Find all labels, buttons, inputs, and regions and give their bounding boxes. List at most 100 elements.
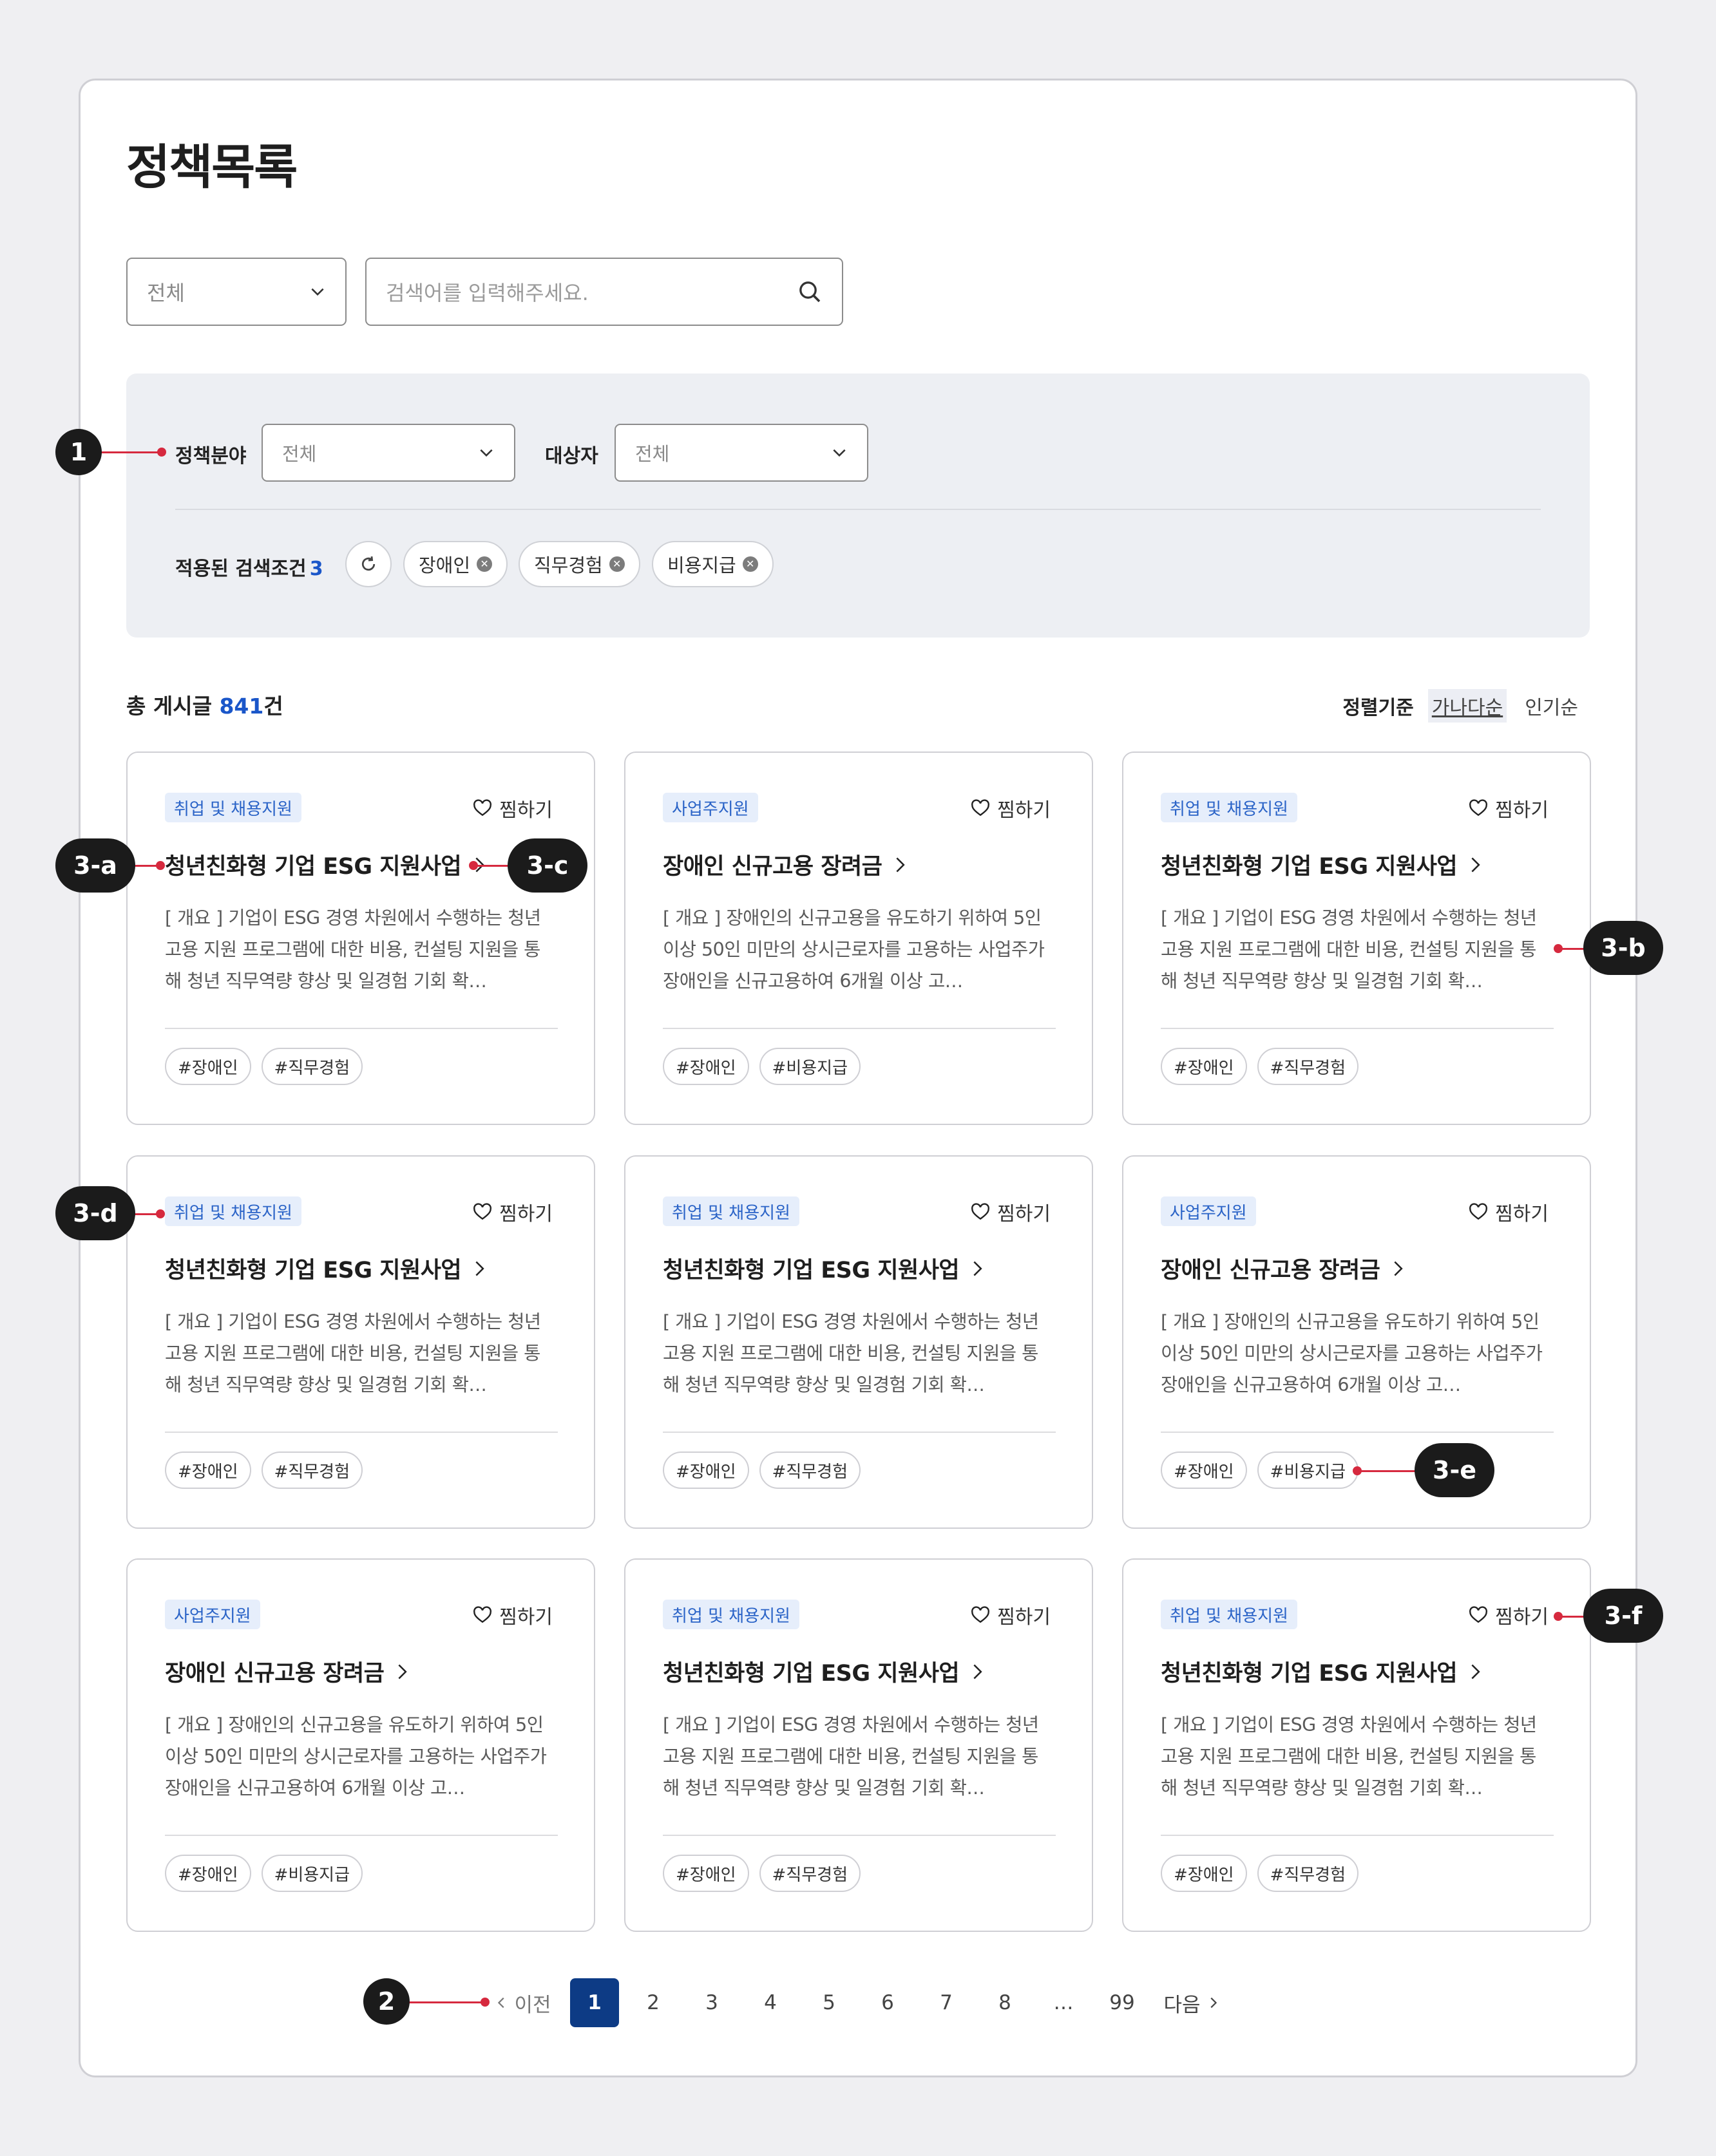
filter-chip[interactable]: 비용지급 ✕: [652, 541, 774, 587]
card-divider: [1161, 1835, 1554, 1836]
favorite-button[interactable]: 찜하기: [472, 1601, 553, 1629]
heart-icon: [473, 1606, 492, 1623]
hashtag[interactable]: #장애인: [165, 1452, 251, 1489]
card-title-link[interactable]: 장애인 신규고용 장려금: [165, 1655, 411, 1688]
favorite-button[interactable]: 찜하기: [970, 794, 1051, 822]
category-badge: 사업주지원: [1161, 1196, 1256, 1226]
favorite-button[interactable]: 찜하기: [1468, 1198, 1549, 1226]
card-title-link[interactable]: 청년친화형 기업 ESG 지원사업: [663, 1252, 986, 1285]
card-title-link[interactable]: 청년친화형 기업 ESG 지원사업: [1161, 1655, 1484, 1688]
favorite-button[interactable]: 찜하기: [472, 794, 553, 822]
page-99[interactable]: 99: [1098, 1978, 1147, 2027]
card-title-link[interactable]: 청년친화형 기업 ESG 지원사업: [165, 848, 488, 881]
hashtag[interactable]: #직무경험: [261, 1452, 363, 1489]
card-title-link[interactable]: 청년친화형 기업 ESG 지원사업: [1161, 848, 1484, 881]
close-icon[interactable]: ✕: [609, 556, 625, 572]
page-1[interactable]: 1: [570, 1978, 619, 2027]
card-title: 청년친화형 기업 ESG 지원사업: [165, 1258, 462, 1283]
reset-button[interactable]: [345, 541, 392, 587]
annotation-marker-2: 2: [363, 1978, 410, 2025]
page-2[interactable]: 2: [629, 1978, 678, 2027]
hashtag[interactable]: #장애인: [1161, 1048, 1247, 1085]
category-select[interactable]: 전체: [126, 258, 347, 326]
annotation-marker-3f: 3-f: [1583, 1589, 1663, 1643]
close-icon[interactable]: ✕: [477, 556, 493, 572]
chevron-right-icon: [475, 1261, 484, 1276]
page-6[interactable]: 6: [863, 1978, 912, 2027]
hashtag[interactable]: #장애인: [165, 1048, 251, 1085]
hashtag[interactable]: #직무경험: [1257, 1048, 1359, 1085]
favorite-button[interactable]: 찜하기: [472, 1198, 553, 1226]
search-input[interactable]: 검색어를 입력해주세요.: [365, 258, 843, 326]
annotation-dot: [469, 861, 478, 870]
category-badge: 취업 및 채용지원: [663, 1196, 799, 1226]
annotation-dot: [156, 1209, 165, 1218]
policy-card[interactable]: 취업 및 채용지원 찜하기 청년친화형 기업 ESG 지원사업 [ 개요 ] 기…: [624, 1155, 1093, 1529]
card-description: [ 개요 ] 기업이 ESG 경영 차원에서 수행하는 청년고용 지원 프로그램…: [663, 1311, 1039, 1395]
heart-icon: [473, 799, 492, 817]
chevron-left-icon: [498, 1997, 504, 2009]
hashtag[interactable]: #장애인: [1161, 1452, 1247, 1489]
heart-icon: [971, 1606, 990, 1623]
sort-option-alpha[interactable]: 가나다순: [1427, 689, 1507, 723]
annotation-line: [408, 2001, 486, 2003]
page-8[interactable]: 8: [980, 1978, 1029, 2027]
policy-card[interactable]: 취업 및 채용지원 찜하기 청년친화형 기업 ESG 지원사업 [ 개요 ] 기…: [126, 1155, 595, 1529]
close-icon[interactable]: ✕: [742, 556, 758, 572]
hashtag[interactable]: #비용지급: [1257, 1452, 1359, 1489]
card-description: [ 개요 ] 기업이 ESG 경영 차원에서 수행하는 청년고용 지원 프로그램…: [165, 1311, 541, 1395]
policy-card[interactable]: 사업주지원 찜하기 장애인 신규고용 장려금 [ 개요 ] 장애인의 신규고용을…: [624, 752, 1093, 1125]
target-select[interactable]: 전체: [615, 424, 868, 482]
hashtag[interactable]: #장애인: [1161, 1855, 1247, 1892]
annotation-line: [1358, 1470, 1422, 1472]
annotation-marker-3d: 3-d: [55, 1186, 135, 1240]
hashtag[interactable]: #장애인: [663, 1855, 749, 1892]
policy-card[interactable]: 취업 및 채용지원 찜하기 청년친화형 기업 ESG 지원사업 [ 개요 ] 기…: [126, 752, 595, 1125]
prev-page-button[interactable]: 이전: [492, 1978, 554, 2027]
annotation-marker-3e: 3-e: [1415, 1443, 1494, 1497]
policy-card[interactable]: 취업 및 채용지원 찜하기 청년친화형 기업 ESG 지원사업 [ 개요 ] 기…: [1122, 1558, 1591, 1932]
card-tags: #장애인 #직무경험: [663, 1855, 861, 1892]
policy-field-select[interactable]: 전체: [262, 424, 515, 482]
filter-chip[interactable]: 장애인 ✕: [403, 541, 508, 587]
hashtag[interactable]: #장애인: [663, 1452, 749, 1489]
total-prefix: 총 게시글: [126, 694, 212, 719]
policy-card[interactable]: 취업 및 채용지원 찜하기 청년친화형 기업 ESG 지원사업 [ 개요 ] 기…: [624, 1558, 1093, 1932]
card-title-link[interactable]: 장애인 신규고용 장려금: [1161, 1252, 1407, 1285]
annotation-dot: [156, 861, 165, 870]
card-divider: [663, 1028, 1056, 1029]
page-7[interactable]: 7: [922, 1978, 971, 2027]
next-page-button[interactable]: 다음: [1159, 1978, 1224, 2027]
policy-card[interactable]: 사업주지원 찜하기 장애인 신규고용 장려금 [ 개요 ] 장애인의 신규고용을…: [126, 1558, 595, 1932]
hashtag[interactable]: #장애인: [663, 1048, 749, 1085]
sort-option-popular[interactable]: 인기순: [1521, 689, 1582, 723]
page-5[interactable]: 5: [805, 1978, 853, 2027]
annotation-marker-3c: 3-c: [508, 838, 587, 893]
card-description: [ 개요 ] 기업이 ESG 경영 차원에서 수행하는 청년고용 지원 프로그램…: [663, 1714, 1039, 1799]
page-3[interactable]: 3: [687, 1978, 736, 2027]
favorite-button[interactable]: 찜하기: [970, 1198, 1051, 1226]
policy-card[interactable]: 취업 및 채용지원 찜하기 청년친화형 기업 ESG 지원사업 [ 개요 ] 기…: [1122, 752, 1591, 1125]
hashtag[interactable]: #직무경험: [1257, 1855, 1359, 1892]
hashtag[interactable]: #비용지급: [759, 1048, 861, 1085]
favorite-button[interactable]: 찜하기: [970, 1601, 1051, 1629]
search-placeholder: 검색어를 입력해주세요.: [386, 281, 589, 305]
applied-count: 3: [309, 558, 323, 580]
hashtag[interactable]: #장애인: [165, 1855, 251, 1892]
favorite-button[interactable]: 찜하기: [1468, 794, 1549, 822]
card-title-link[interactable]: 청년친화형 기업 ESG 지원사업: [663, 1655, 986, 1688]
target-value: 전체: [635, 443, 670, 465]
hashtag[interactable]: #직무경험: [759, 1855, 861, 1892]
hashtag[interactable]: #직무경험: [759, 1452, 861, 1489]
filter-chip[interactable]: 직무경험 ✕: [519, 541, 640, 587]
favorite-button[interactable]: 찜하기: [1468, 1601, 1549, 1629]
card-title-link[interactable]: 청년친화형 기업 ESG 지원사업: [165, 1252, 488, 1285]
heart-icon: [971, 799, 990, 817]
card-tags: #장애인 #직무경험: [165, 1452, 363, 1489]
card-description: [ 개요 ] 기업이 ESG 경영 차원에서 수행하는 청년고용 지원 프로그램…: [1161, 907, 1537, 992]
hashtag[interactable]: #비용지급: [261, 1855, 363, 1892]
page-4[interactable]: 4: [746, 1978, 795, 2027]
card-title-link[interactable]: 장애인 신규고용 장려금: [663, 848, 909, 881]
hashtag[interactable]: #직무경험: [261, 1048, 363, 1085]
search-icon[interactable]: [797, 279, 823, 305]
